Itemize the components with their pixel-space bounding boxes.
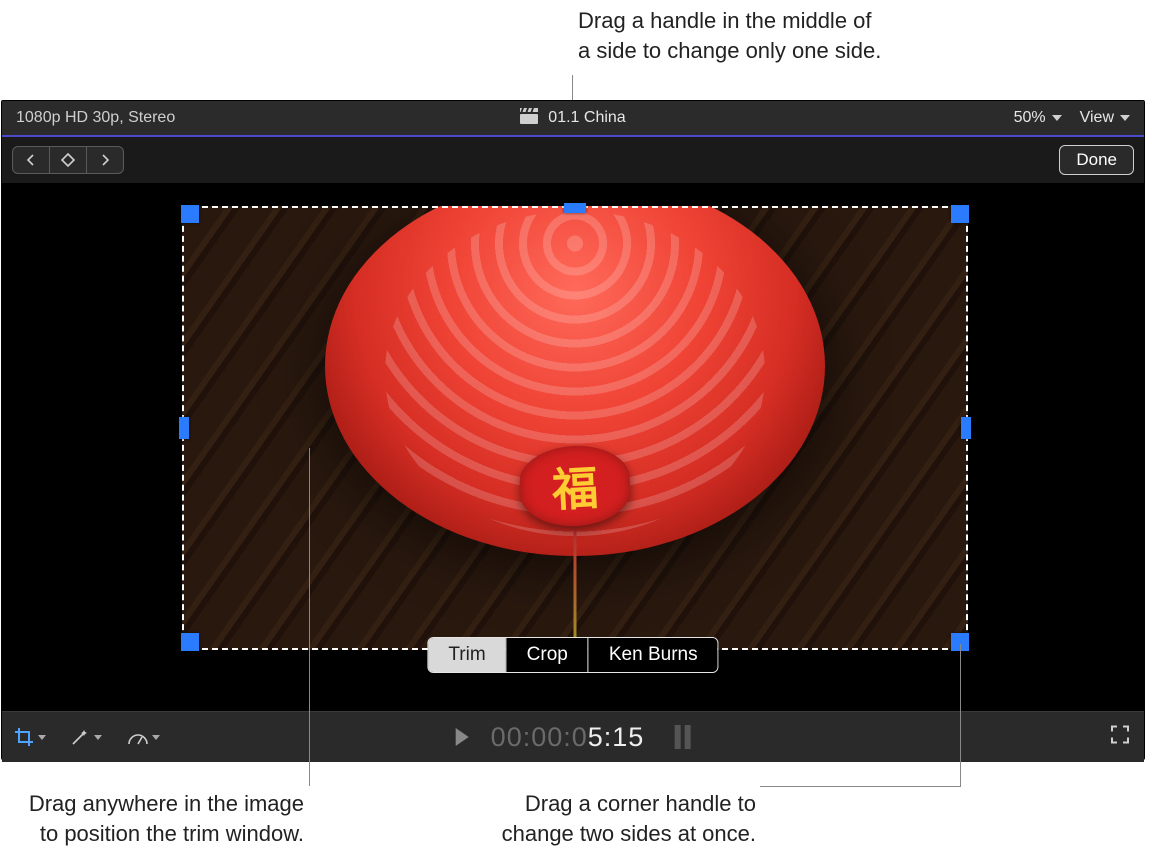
viewer-subbar: Done (2, 135, 1144, 183)
callout-br-leader-h (760, 786, 960, 787)
callout-br-line2: change two sides at once. (502, 819, 756, 849)
callout-bl-leader (309, 448, 310, 786)
clip-title: 01.1 China (548, 109, 625, 127)
crop-mode-tabs: Trim Crop Ken Burns (427, 637, 718, 673)
viewer-area: 福 Trim Crop Ken Burns (2, 183, 1144, 711)
format-label: 1080p HD 30p, Stereo (2, 109, 175, 127)
lantern-string (574, 521, 577, 650)
zoom-label: 50% (1014, 109, 1046, 127)
clapperboard-icon (520, 108, 538, 129)
doc-stage: Drag a handle in the middle of a side to… (0, 0, 1152, 866)
chevron-down-icon (94, 735, 102, 740)
timecode-dim: 00:00:0 (491, 722, 588, 752)
chevron-down-icon (1120, 115, 1130, 121)
retime-tool-menu[interactable] (126, 727, 160, 747)
tab-crop[interactable]: Crop (506, 638, 588, 672)
tab-trim[interactable]: Trim (428, 638, 505, 672)
viewer-topbar: 1080p HD 30p, Stereo 01.1 China 50% View (2, 101, 1144, 135)
callout-bottom-right: Drag a corner handle to change two sides… (502, 789, 756, 848)
tab-kenburns[interactable]: Ken Burns (588, 638, 718, 672)
callout-br-leader-v (960, 644, 961, 787)
tag-text: 福 (550, 452, 599, 520)
view-menu[interactable]: View (1080, 109, 1130, 127)
keyframe-nav (12, 146, 124, 174)
chevron-down-icon (152, 735, 160, 740)
crop-tool-menu[interactable] (14, 727, 46, 747)
callout-bottom-left: Drag anywhere in the image to position t… (29, 789, 304, 848)
zoom-menu[interactable]: 50% (1014, 109, 1062, 127)
done-button[interactable]: Done (1059, 145, 1134, 175)
callout-top: Drag a handle in the middle of a side to… (578, 6, 881, 65)
callout-top-line2: a side to change only one side. (578, 36, 881, 66)
viewer-footer: 00:00:05:15 (2, 711, 1144, 762)
viewer-panel: 1080p HD 30p, Stereo 01.1 China 50% View (1, 100, 1145, 760)
add-keyframe-button[interactable] (49, 147, 86, 173)
next-keyframe-button[interactable] (86, 147, 123, 173)
view-label: View (1080, 109, 1114, 127)
callout-top-line1: Drag a handle in the middle of (578, 8, 872, 33)
audio-meter-icon (674, 725, 690, 749)
prev-keyframe-button[interactable] (13, 147, 49, 173)
footer-tools (14, 727, 160, 747)
callout-br-line1: Drag a corner handle to (525, 791, 756, 816)
enhance-tool-menu[interactable] (70, 727, 102, 747)
fullscreen-button[interactable] (1110, 725, 1130, 750)
callout-bl-line2: to position the trim window. (29, 819, 304, 849)
timecode-bright: 5:15 (588, 722, 645, 752)
callout-bl-line1: Drag anywhere in the image (29, 791, 304, 816)
chevron-down-icon (1052, 115, 1062, 121)
timecode-display: 00:00:05:15 (456, 722, 691, 753)
video-frame[interactable]: 福 (182, 206, 968, 650)
play-icon[interactable] (456, 728, 469, 746)
chevron-down-icon (38, 735, 46, 740)
